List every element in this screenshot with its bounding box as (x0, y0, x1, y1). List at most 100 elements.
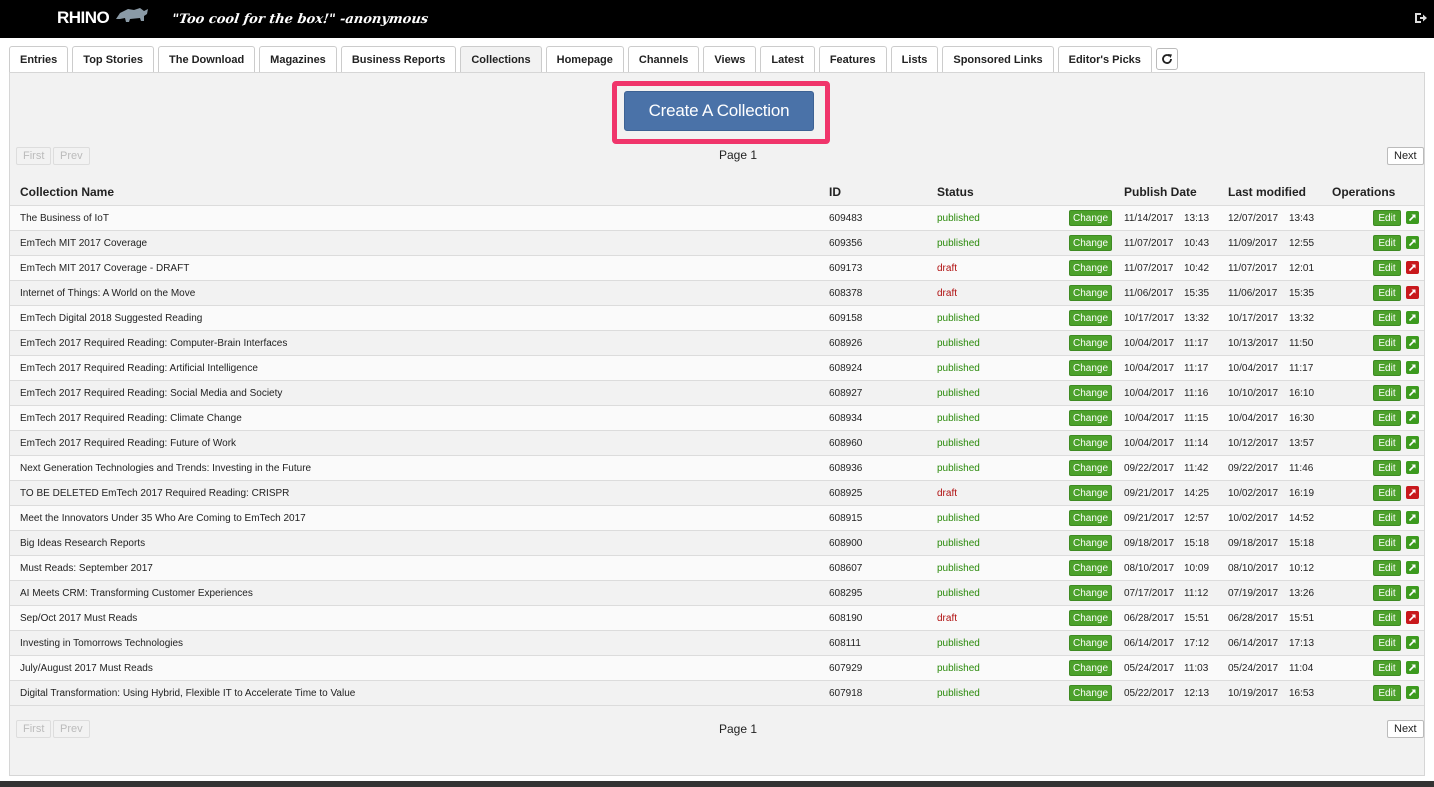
edit-button[interactable]: Edit (1373, 310, 1401, 326)
external-link-button[interactable] (1406, 561, 1419, 574)
edit-button[interactable]: Edit (1373, 335, 1401, 351)
collection-id: 608378 (829, 288, 863, 299)
edit-button[interactable]: Edit (1373, 535, 1401, 551)
table-row: Investing in Tomorrows Technologies 60811… (10, 630, 1424, 655)
edit-button[interactable]: Edit (1373, 610, 1401, 626)
external-link-button[interactable] (1406, 386, 1419, 399)
edit-button[interactable]: Edit (1373, 435, 1401, 451)
collection-name: EmTech 2017 Required Reading: Computer-B… (20, 338, 288, 349)
change-status-button[interactable]: Change (1069, 585, 1112, 601)
external-link-button[interactable] (1406, 636, 1419, 649)
tab-the-download[interactable]: The Download (158, 46, 256, 72)
external-link-button[interactable] (1406, 361, 1419, 374)
change-status-button[interactable]: Change (1069, 685, 1112, 701)
edit-button[interactable]: Edit (1373, 635, 1401, 651)
external-link-button[interactable] (1406, 511, 1419, 524)
col-id[interactable]: ID (829, 185, 841, 199)
external-link-button[interactable] (1406, 486, 1419, 499)
external-link-button[interactable] (1406, 286, 1419, 299)
table-row: Next Generation Technologies and Trends:… (10, 455, 1424, 480)
pagination-prev-button[interactable]: Prev (53, 147, 90, 165)
col-last-modified[interactable]: Last modified (1228, 185, 1306, 199)
change-status-button[interactable]: Change (1069, 635, 1112, 651)
modified-date: 10/13/2017 (1228, 338, 1279, 349)
edit-button[interactable]: Edit (1373, 260, 1401, 276)
change-status-button[interactable]: Change (1069, 410, 1112, 426)
external-link-button[interactable] (1406, 611, 1419, 624)
edit-button[interactable]: Edit (1373, 210, 1401, 226)
change-status-button[interactable]: Change (1069, 485, 1112, 501)
table-row: Internet of Things: A World on the Move 6… (10, 280, 1424, 305)
tab-magazines[interactable]: Magazines (259, 46, 337, 72)
edit-button[interactable]: Edit (1373, 385, 1401, 401)
edit-button[interactable]: Edit (1373, 460, 1401, 476)
tab-views[interactable]: Views (703, 46, 757, 72)
edit-button[interactable]: Edit (1373, 510, 1401, 526)
change-status-button[interactable]: Change (1069, 560, 1112, 576)
change-status-button[interactable]: Change (1069, 510, 1112, 526)
change-status-button[interactable]: Change (1069, 260, 1112, 276)
tab-business-reports[interactable]: Business Reports (340, 46, 457, 72)
tab-features[interactable]: Features (818, 46, 887, 72)
external-link-button[interactable] (1406, 661, 1419, 674)
tab-lists[interactable]: Lists (890, 46, 939, 72)
external-link-button[interactable] (1406, 411, 1419, 424)
tab-collections[interactable]: Collections (460, 46, 542, 72)
edit-button[interactable]: Edit (1373, 235, 1401, 251)
external-link-button[interactable] (1406, 686, 1419, 699)
tab-latest[interactable]: Latest (760, 46, 815, 72)
change-status-button[interactable]: Change (1069, 360, 1112, 376)
col-status[interactable]: Status (937, 185, 974, 199)
modified-date: 12/07/2017 (1228, 213, 1279, 224)
change-status-button[interactable]: Change (1069, 310, 1112, 326)
edit-button[interactable]: Edit (1373, 660, 1401, 676)
modified-time: 15:18 (1289, 538, 1315, 549)
pagination-next-button-bottom[interactable]: Next (1387, 720, 1424, 738)
collection-id: 608936 (829, 463, 863, 474)
external-link-button[interactable] (1406, 236, 1419, 249)
publish-time: 11:17 (1184, 338, 1209, 349)
edit-button[interactable]: Edit (1373, 360, 1401, 376)
create-collection-button[interactable]: Create A Collection (624, 91, 814, 131)
change-status-button[interactable]: Change (1069, 660, 1112, 676)
edit-button[interactable]: Edit (1373, 485, 1401, 501)
edit-button[interactable]: Edit (1373, 285, 1401, 301)
external-link-button[interactable] (1406, 311, 1419, 324)
edit-button[interactable]: Edit (1373, 685, 1401, 701)
pagination-next-button[interactable]: Next (1387, 147, 1424, 165)
tab-entries[interactable]: Entries (9, 46, 69, 72)
external-link-button[interactable] (1406, 586, 1419, 599)
tab-sponsored-links[interactable]: Sponsored Links (942, 46, 1054, 72)
tab-channels[interactable]: Channels (627, 46, 700, 72)
tab-top-stories[interactable]: Top Stories (72, 46, 154, 72)
change-status-button[interactable]: Change (1069, 435, 1112, 451)
external-link-button[interactable] (1406, 336, 1419, 349)
change-status-button[interactable]: Change (1069, 335, 1112, 351)
external-link-button[interactable] (1406, 461, 1419, 474)
external-link-button[interactable] (1406, 536, 1419, 549)
external-link-button[interactable] (1406, 436, 1419, 449)
col-publish-date[interactable]: Publish Date (1124, 185, 1197, 199)
external-link-icon (1408, 339, 1416, 347)
edit-button[interactable]: Edit (1373, 560, 1401, 576)
edit-button[interactable]: Edit (1373, 585, 1401, 601)
tab-homepage[interactable]: Homepage (545, 46, 624, 72)
change-status-button[interactable]: Change (1069, 285, 1112, 301)
external-link-button[interactable] (1406, 211, 1419, 224)
change-status-button[interactable]: Change (1069, 610, 1112, 626)
tab-editor-s-picks[interactable]: Editor's Picks (1057, 46, 1152, 72)
change-status-button[interactable]: Change (1069, 235, 1112, 251)
external-link-button[interactable] (1406, 261, 1419, 274)
change-status-button[interactable]: Change (1069, 460, 1112, 476)
pagination-prev-button-bottom[interactable]: Prev (53, 720, 90, 738)
pagination-first-button-bottom[interactable]: First (16, 720, 52, 738)
change-status-button[interactable]: Change (1069, 385, 1112, 401)
change-status-button[interactable]: Change (1069, 535, 1112, 551)
change-status-button[interactable]: Change (1069, 210, 1112, 226)
pagination-first-button[interactable]: First (16, 147, 52, 165)
col-collection-name[interactable]: Collection Name (20, 185, 114, 199)
app-logo[interactable]: RHINO (57, 8, 110, 28)
refresh-button[interactable] (1155, 48, 1178, 70)
logout-icon[interactable] (1414, 11, 1428, 25)
edit-button[interactable]: Edit (1373, 410, 1401, 426)
